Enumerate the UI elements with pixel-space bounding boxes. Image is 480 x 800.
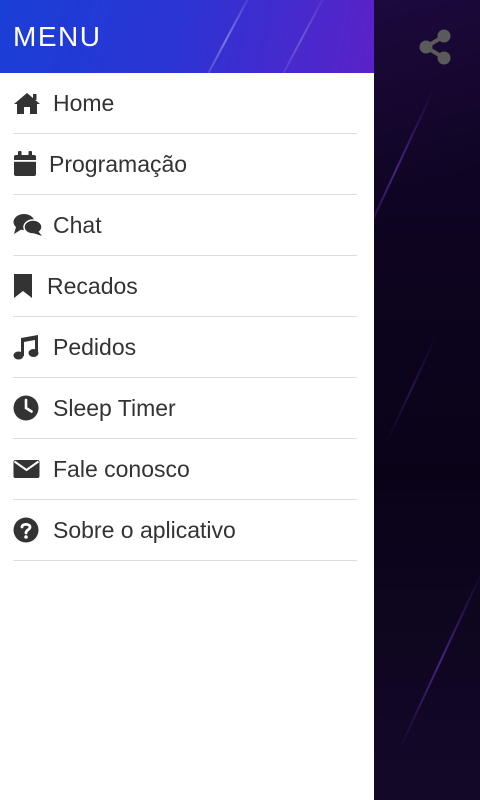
menu-item-programacao[interactable]: Programação — [13, 134, 357, 195]
bookmark-icon — [13, 271, 37, 301]
screen: MENU Home Programação Chat Recados Pedid… — [0, 0, 480, 800]
menu-item-recados[interactable]: Recados — [13, 256, 357, 317]
menu-label: Sleep Timer — [53, 394, 176, 421]
menu-label: Pedidos — [53, 333, 137, 360]
header-highlight — [271, 0, 331, 73]
background-streak — [384, 335, 438, 445]
menu-label: Recados — [47, 272, 138, 299]
menu-item-sobre[interactable]: Sobre o aplicativo — [13, 500, 357, 561]
home-icon — [13, 88, 43, 118]
menu-label: Sobre o aplicativo — [53, 516, 236, 543]
menu-item-fale-conosco[interactable]: Fale conosco — [13, 439, 357, 500]
music-note-icon — [13, 332, 43, 362]
clock-icon — [13, 393, 43, 423]
menu-label: Chat — [53, 211, 102, 238]
drawer-header: MENU — [0, 0, 374, 73]
background-streak — [397, 568, 480, 752]
menu-item-sleep-timer[interactable]: Sleep Timer — [13, 378, 357, 439]
menu-list: Home Programação Chat Recados Pedidos Sl… — [0, 73, 374, 561]
menu-label: Programação — [49, 150, 188, 177]
menu-item-home[interactable]: Home — [13, 73, 357, 134]
question-circle-icon — [13, 515, 43, 545]
menu-label: Home — [53, 89, 115, 116]
chat-bubbles-icon — [13, 210, 43, 240]
menu-label: Fale conosco — [53, 455, 190, 482]
drawer-title: MENU — [13, 21, 102, 52]
share-button[interactable] — [416, 28, 454, 66]
navigation-drawer: MENU Home Programação Chat Recados Pedid… — [0, 0, 374, 800]
menu-item-chat[interactable]: Chat — [13, 195, 357, 256]
header-highlight — [196, 0, 256, 73]
menu-item-pedidos[interactable]: Pedidos — [13, 317, 357, 378]
calendar-icon — [13, 149, 39, 179]
share-icon — [419, 29, 451, 65]
envelope-icon — [13, 454, 43, 484]
